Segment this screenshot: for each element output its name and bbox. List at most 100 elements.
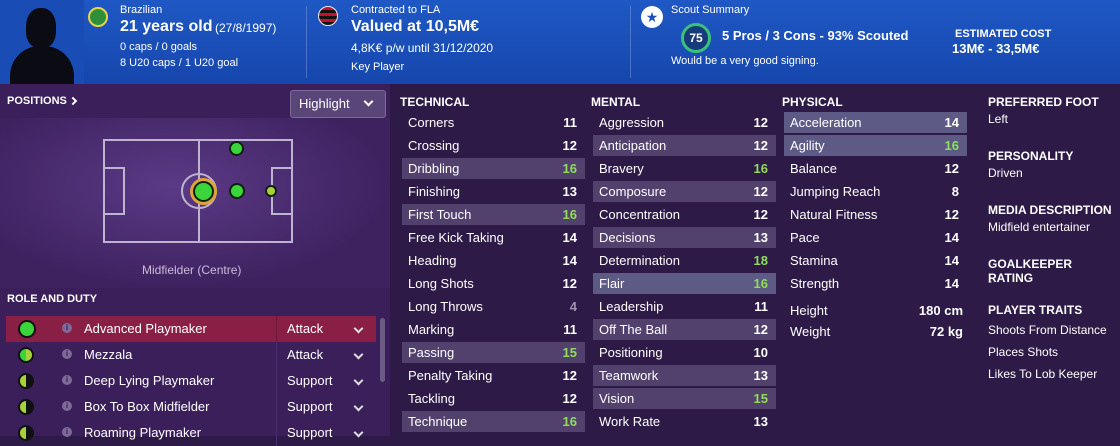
technical-attribute-row[interactable]: First Touch 16 [402, 204, 585, 225]
attribute-value: 14 [562, 253, 577, 268]
estimated-cost-value: 13M€ - 33,5M€ [952, 41, 1040, 56]
physical-attribute-row[interactable]: Jumping Reach 8 [784, 181, 967, 202]
attribute-name: Corners [408, 115, 455, 130]
mental-attribute-row[interactable]: Leadership 11 [593, 296, 776, 317]
attribute-value: 11 [563, 115, 577, 130]
technical-attribute-row[interactable]: Corners 11 [402, 112, 585, 133]
mental-attribute-row[interactable]: Aggression 12 [593, 112, 776, 133]
mental-attribute-row[interactable]: Off The Ball 12 [593, 319, 776, 340]
technical-attribute-row[interactable]: Dribbling 16 [402, 158, 585, 179]
physical-attribute-row[interactable]: Stamina 14 [784, 250, 967, 271]
attribute-name: Agility [790, 138, 825, 153]
star-icon: ★ [641, 6, 663, 28]
physical-attribute-row[interactable]: Strength 14 [784, 273, 967, 294]
mental-attribute-row[interactable]: Teamwork 13 [593, 365, 776, 386]
role-row[interactable]: i Advanced Playmaker Attack [6, 316, 376, 342]
positions-label[interactable]: POSITIONS [7, 95, 78, 107]
attribute-value: 13 [562, 184, 577, 199]
mental-attribute-row[interactable]: Concentration 12 [593, 204, 776, 225]
player-value[interactable]: Valued at 10,5M€ [351, 18, 479, 36]
duty-label: Support [287, 399, 333, 414]
mental-attribute-row[interactable]: Bravery 16 [593, 158, 776, 179]
position-dot-mc-selected[interactable] [193, 181, 214, 202]
role-row[interactable]: i Mezzala Attack [6, 342, 376, 368]
attribute-value: 14 [562, 230, 577, 245]
attribute-name: Heading [408, 253, 457, 268]
info-icon[interactable]: i [62, 349, 72, 359]
technical-attribute-row[interactable]: Marking 11 [402, 319, 585, 340]
physical-attribute-row[interactable]: Agility 16 [784, 135, 967, 156]
attribute-name: Tackling [408, 391, 455, 406]
technical-attribute-row[interactable]: Long Throws 4 [402, 296, 585, 317]
duty-dropdown[interactable]: Support [276, 420, 376, 446]
attribute-value: 16 [944, 138, 959, 153]
duty-dropdown[interactable]: Support [276, 368, 376, 394]
role-row[interactable]: i Deep Lying Playmaker Support [6, 368, 376, 394]
mental-attribute-row[interactable]: Composure 12 [593, 181, 776, 202]
duty-dropdown[interactable]: Attack [276, 316, 376, 342]
attribute-name: Natural Fitness [790, 207, 878, 222]
scout-summary[interactable]: 5 Pros / 3 Cons - 93% Scouted [722, 28, 908, 43]
attribute-value: 12 [562, 276, 577, 291]
club-crest-icon [318, 6, 338, 26]
attribute-name: Penalty Taking [408, 368, 493, 383]
info-icon[interactable]: i [62, 323, 72, 333]
technical-attribute-row[interactable]: Long Shots 12 [402, 273, 585, 294]
highlight-dropdown[interactable]: Highlight [290, 90, 386, 118]
attribute-name: Long Shots [408, 276, 474, 291]
mental-attribute-row[interactable]: Work Rate 13 [593, 411, 776, 432]
physical-attribute-row[interactable]: Pace 14 [784, 227, 967, 248]
technical-attribute-row[interactable]: Free Kick Taking 14 [402, 227, 585, 248]
attribute-name: First Touch [408, 207, 472, 222]
role-row[interactable]: i Box To Box Midfielder Support [6, 394, 376, 420]
technical-attribute-row[interactable]: Crossing 12 [402, 135, 585, 156]
attribute-value: 15 [562, 345, 577, 360]
chevron-down-icon [353, 375, 364, 386]
physical-attribute-row[interactable]: Acceleration 14 [784, 112, 967, 133]
duty-dropdown[interactable]: Support [276, 394, 376, 420]
physical-attribute-row[interactable]: Natural Fitness 12 [784, 204, 967, 225]
player-trait: Places Shots [988, 345, 1059, 359]
technical-attribute-row[interactable]: Heading 14 [402, 250, 585, 271]
mental-attribute-row[interactable]: Vision 15 [593, 388, 776, 409]
role-row[interactable]: i Roaming Playmaker Support [6, 420, 376, 446]
technical-attribute-row[interactable]: Finishing 13 [402, 181, 585, 202]
physical-attribute-row[interactable]: Balance 12 [784, 158, 967, 179]
player-trait: Likes To Lob Keeper [988, 367, 1098, 381]
caps-goals: 0 caps / 0 goals [120, 41, 198, 53]
attribute-name: Free Kick Taking [408, 230, 504, 245]
position-dot-amc[interactable] [229, 183, 245, 199]
mental-attribute-row[interactable]: Determination 18 [593, 250, 776, 271]
attribute-name: Anticipation [599, 138, 667, 153]
player-header: Brazilian 21 years old (27/8/1997) 0 cap… [0, 0, 1120, 84]
personality-value: Driven [988, 166, 1023, 180]
technical-attribute-row[interactable]: Passing 15 [402, 342, 585, 363]
attribute-value: 14 [944, 115, 959, 130]
technical-attribute-row[interactable]: Penalty Taking 12 [402, 365, 585, 386]
attribute-value: 13 [753, 414, 768, 429]
duty-dropdown[interactable]: Attack [276, 342, 376, 368]
attribute-name: Passing [408, 345, 455, 360]
height-value: 180 cm [918, 303, 963, 318]
chevron-down-icon [353, 323, 364, 334]
roles-scrollbar[interactable] [380, 318, 385, 382]
mental-attribute-row[interactable]: Anticipation 12 [593, 135, 776, 156]
mental-title: MENTAL [591, 95, 641, 109]
attribute-name: Marking [408, 322, 455, 337]
attribute-value: 13 [753, 230, 768, 245]
position-dot-st[interactable] [265, 185, 277, 197]
goalkeeper-rating-label: GOALKEEPER RATING [988, 257, 1073, 285]
role-fit-icon [18, 320, 36, 338]
goalkeeper-rating-value: - [988, 274, 992, 288]
info-icon[interactable]: i [62, 401, 72, 411]
technical-attribute-row[interactable]: Technique 16 [402, 411, 585, 432]
position-dot-aml[interactable] [229, 141, 244, 156]
mental-attribute-row[interactable]: Positioning 10 [593, 342, 776, 363]
mental-attribute-row[interactable]: Decisions 13 [593, 227, 776, 248]
mental-attribute-row[interactable]: Flair 16 [593, 273, 776, 294]
info-icon[interactable]: i [62, 375, 72, 385]
scout-rating-badge: 75 [681, 23, 711, 53]
technical-attribute-row[interactable]: Tackling 12 [402, 388, 585, 409]
physical-title: PHYSICAL [782, 95, 843, 109]
attribute-name: Teamwork [599, 368, 659, 383]
